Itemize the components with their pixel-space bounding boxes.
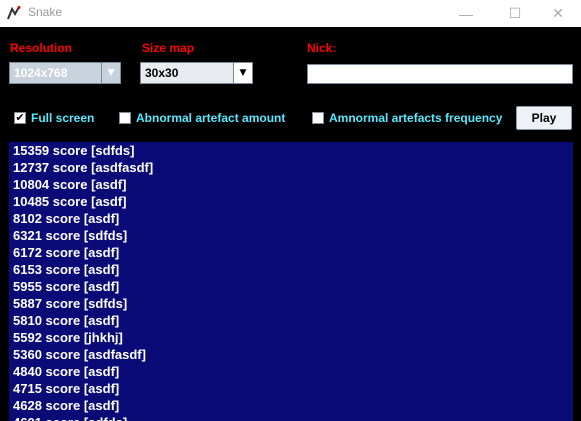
score-list-item: 4601 score [sdfds] <box>9 414 573 421</box>
score-list-item: 6321 score [sdfds] <box>13 228 128 243</box>
checkbox-box[interactable]: ✔ <box>14 112 26 124</box>
window-title: Snake <box>28 5 63 19</box>
chevron-down-icon: ▼ <box>101 63 120 83</box>
chevron-down-icon: ▼ <box>233 63 252 83</box>
score-list-item: 4628 score [asdf] <box>13 398 120 413</box>
abnormal-artefacts-frequency-label: Amnormal artefacts frequency <box>329 111 503 125</box>
size-map-value: 30x30 <box>145 66 179 80</box>
size-map-select[interactable]: 30x30 ▼ <box>140 62 253 84</box>
score-list-item: 6153 score [asdf] <box>13 262 120 277</box>
resolution-value: 1024x768 <box>14 66 68 80</box>
score-list-item: 5592 score [jhkhj] <box>13 330 123 345</box>
score-list-item: 5887 score [sdfds] <box>13 296 128 311</box>
score-list[interactable]: 15359 score [sdfds] 12737 score [asdfasdf… <box>9 142 573 421</box>
close-button[interactable]: ✕ <box>535 0 581 27</box>
checkbox-box[interactable] <box>312 112 324 124</box>
score-list-item: 10485 score [asdf] <box>13 194 127 209</box>
snake-app-icon <box>6 5 22 21</box>
score-list-item: 12737 score [asdfasdf] <box>13 160 154 175</box>
score-list-item: 5810 score [asdf] <box>13 313 120 328</box>
score-list-item: 4715 score [asdf] <box>13 381 120 396</box>
title-bar: Snake — ☐ ✕ <box>0 0 581 27</box>
score-list-item: 5360 score [asdfasdf] <box>13 347 146 362</box>
play-button[interactable]: Play <box>516 106 572 130</box>
fullscreen-checkbox[interactable]: ✔ Full screen <box>14 111 94 125</box>
fullscreen-label: Full screen <box>31 111 95 125</box>
nick-label: Nick: <box>307 41 337 55</box>
resolution-select[interactable]: 1024x768 ▼ <box>9 62 121 84</box>
score-list-item: 10804 score [asdf] <box>13 177 127 192</box>
score-list-item: 6172 score [asdf] <box>13 245 120 260</box>
abnormal-artefact-amount-checkbox[interactable]: Abnormal artefact amount <box>119 111 285 125</box>
nick-input[interactable] <box>307 64 573 84</box>
game-settings-panel: Resolution Size map Nick: 1024x768 ▼ 30x… <box>0 27 581 421</box>
score-list-item: 5955 score [asdf] <box>13 279 120 294</box>
minimize-button[interactable]: — <box>443 0 489 27</box>
abnormal-artefact-amount-label: Abnormal artefact amount <box>136 111 286 125</box>
score-list-item: 15359 score [sdfds] <box>13 143 135 158</box>
maximize-button[interactable]: ☐ <box>492 0 538 27</box>
checkbox-box[interactable] <box>119 112 131 124</box>
score-list-item: 8102 score [asdf] <box>13 211 120 226</box>
resolution-label: Resolution <box>10 41 72 55</box>
abnormal-artefacts-frequency-checkbox[interactable]: Amnormal artefacts frequency <box>312 111 502 125</box>
score-list-item: 4840 score [asdf] <box>13 364 120 379</box>
size-map-label: Size map <box>142 41 195 55</box>
